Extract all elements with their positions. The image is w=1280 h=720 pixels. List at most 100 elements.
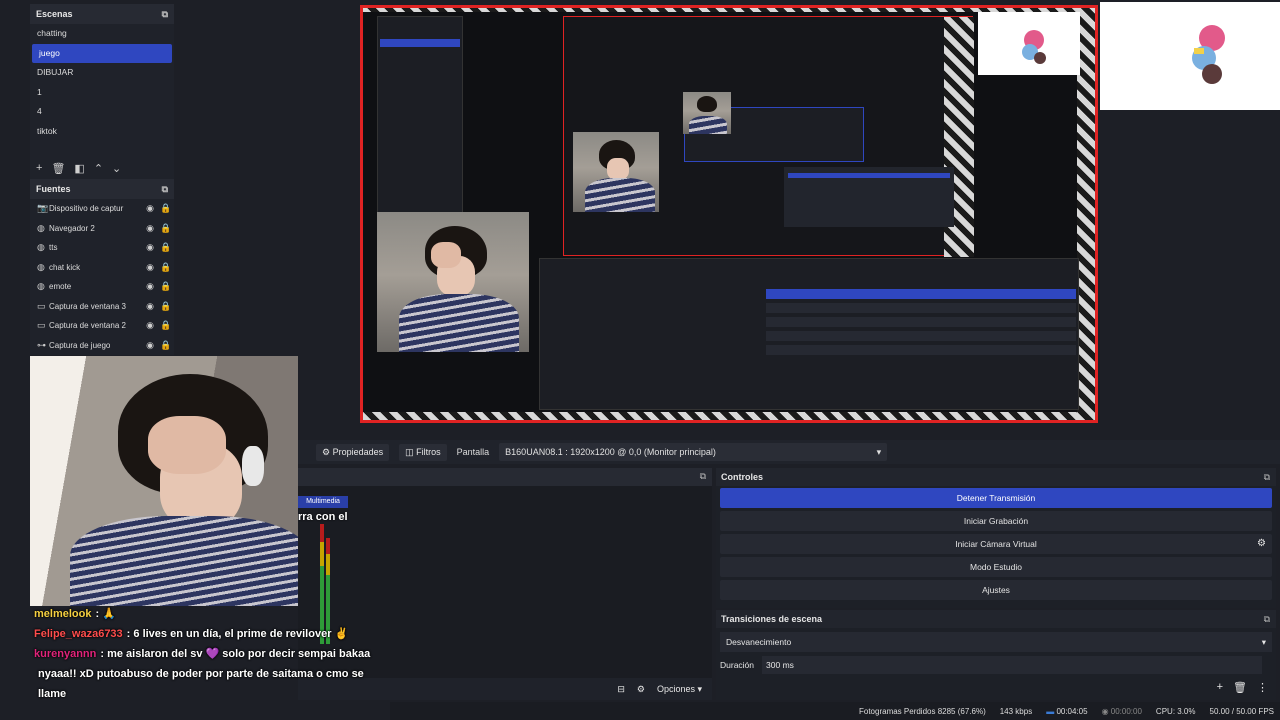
eye-icon[interactable]: ◉: [142, 242, 158, 253]
properties-button[interactable]: ⚙ Propiedades: [316, 443, 390, 461]
gear-icon[interactable]: ⚙: [1257, 534, 1266, 554]
eye-icon[interactable]: ◉: [142, 301, 158, 312]
nested-stop-button: [766, 289, 1076, 299]
chat-text: : me aislaron del sv 💜 solo por decir se…: [100, 648, 371, 660]
camera-icon: 📷: [37, 203, 49, 214]
settings-button[interactable]: Ajustes: [720, 580, 1272, 600]
scenes-toolbar: + 🗑 ◧ ⌃ ⌄: [36, 162, 121, 175]
lock-icon[interactable]: 🔒: [158, 262, 174, 273]
lock-icon[interactable]: 🔒: [158, 340, 174, 351]
chat-message: kurenyannn: me aislaron del sv 💜 solo po…: [34, 644, 394, 664]
chat-message: nyaaa!! xD putoabuso de poder por parte …: [34, 664, 394, 684]
webcam-overlay: [30, 356, 298, 606]
stream-time-value: 00:04:05: [1056, 706, 1088, 716]
source-item[interactable]: ◍ Navegador 2 ◉ 🔒: [30, 219, 174, 239]
emote-overlay: [978, 12, 1080, 75]
sources-header: Fuentes ⧉: [30, 179, 174, 199]
dock-popout-icon[interactable]: ⧉: [1264, 610, 1270, 628]
sources-dock: Fuentes ⧉ 📷 Dispositivo de captur ◉ 🔒 ◍ Naveg…: [30, 179, 174, 355]
screen-select-value: B160UAN08.1 : 1920x1200 @ 0,0 (Monitor p…: [505, 447, 716, 457]
options-label: Opciones: [656, 683, 695, 694]
start-virtual-camera-button[interactable]: Iniciar Cámara Virtual ⚙: [720, 534, 1272, 554]
nested-button: [766, 317, 1076, 327]
source-label: tts: [49, 243, 58, 253]
eye-icon[interactable]: ◉: [142, 281, 158, 292]
add-icon[interactable]: +: [1217, 681, 1223, 694]
lock-icon[interactable]: 🔒: [158, 320, 174, 331]
scene-item[interactable]: tiktok: [30, 122, 174, 142]
source-label: Navegador 2: [49, 223, 95, 233]
source-label: Captura de ventana 2: [49, 321, 126, 331]
source-item[interactable]: ◍ tts ◉ 🔒: [30, 238, 174, 258]
grid-icon[interactable]: ⊟: [617, 684, 625, 695]
record-time-value: 00:00:00: [1110, 706, 1142, 716]
hazard-stripe: [363, 412, 1095, 420]
lock-icon[interactable]: 🔒: [158, 223, 174, 234]
trash-icon[interactable]: 🗑: [1233, 681, 1247, 694]
scene-item[interactable]: chatting: [30, 24, 174, 44]
controls-header: Controles ⧉: [716, 468, 1276, 486]
source-label: Captura de ventana 3: [49, 301, 126, 311]
nested-webcam: [377, 212, 529, 352]
lock-icon[interactable]: 🔒: [158, 281, 174, 292]
dock-popout-icon[interactable]: ⧉: [1264, 468, 1270, 486]
gear-icon[interactable]: ⚙: [637, 684, 645, 695]
lock-icon[interactable]: 🔒: [158, 242, 174, 253]
transition-select[interactable]: Desvanecimiento ▾: [720, 632, 1272, 652]
source-item[interactable]: ▭ Captura de ventana 3 ◉ 🔒: [30, 297, 174, 317]
filters-button[interactable]: ◫ Filtros: [399, 443, 447, 461]
nested-button: [766, 303, 1076, 313]
source-item[interactable]: ◍ chat kick ◉ 🔒: [30, 258, 174, 278]
screen-label: Pantalla: [456, 447, 490, 457]
nested-button: [766, 331, 1076, 341]
headphones-icon: [242, 446, 264, 486]
dock-popout-icon[interactable]: ⧉: [162, 4, 168, 24]
globe-icon: ◍: [37, 222, 45, 233]
screen-select[interactable]: B160UAN08.1 : 1920x1200 @ 0,0 (Monitor p…: [499, 443, 888, 461]
trash-icon[interactable]: 🗑: [51, 162, 65, 175]
lock-icon[interactable]: 🔒: [158, 301, 174, 312]
add-icon[interactable]: +: [36, 162, 42, 175]
multimedia-badge[interactable]: Multimedia: [298, 496, 348, 508]
globe-icon: ◍: [37, 281, 45, 292]
dock-popout-icon[interactable]: ⧉: [700, 471, 706, 482]
transitions-header: Transiciones de escena ⧉: [716, 610, 1276, 628]
chevron-down-icon: ▾: [1261, 637, 1266, 647]
emote-overlay-large: [1100, 2, 1280, 110]
nested-button: [766, 345, 1076, 355]
scene-item[interactable]: 1: [30, 83, 174, 103]
dock-popout-icon[interactable]: ⧉: [162, 179, 168, 199]
studio-mode-button[interactable]: Modo Estudio: [720, 557, 1272, 577]
lock-icon[interactable]: 🔒: [158, 203, 174, 214]
chat-overlay: melmelook: 🙏 Felipe_waza6733: 6 lives en …: [34, 604, 394, 718]
more-icon[interactable]: ⋮: [1257, 681, 1268, 694]
source-label: Dispositivo de captur: [49, 204, 124, 214]
scenes-dock: Escenas ⧉ chatting juego DIBUJAR 1 4 tiktok +…: [30, 4, 174, 179]
nested-controls: [784, 167, 954, 227]
properties-label: Propiedades: [332, 446, 384, 457]
scene-item[interactable]: 4: [30, 102, 174, 122]
move-down-icon[interactable]: ⌄: [112, 162, 121, 175]
eye-icon[interactable]: ◉: [142, 223, 158, 234]
scene-item[interactable]: DIBUJAR: [30, 63, 174, 83]
duration-input[interactable]: 300 ms: [762, 656, 1263, 674]
source-item[interactable]: 📷 Dispositivo de captur ◉ 🔒: [30, 199, 174, 219]
stop-stream-button[interactable]: Detener Transmisión: [720, 488, 1272, 508]
bitrate: 143 kbps: [999, 706, 1033, 716]
eye-icon[interactable]: ◉: [142, 203, 158, 214]
chat-username: Felipe_waza6733: [34, 628, 123, 640]
filter-icon[interactable]: ◧: [74, 162, 84, 175]
move-up-icon[interactable]: ⌃: [94, 162, 103, 175]
hand: [148, 416, 226, 474]
options-button[interactable]: Opciones ▾: [657, 684, 702, 695]
stream-icon: ▬: [1046, 706, 1055, 716]
scene-item[interactable]: juego: [32, 43, 172, 63]
nested-webcam-tiny: [683, 92, 731, 134]
source-item[interactable]: ▭ Captura de ventana 2 ◉ 🔒: [30, 316, 174, 336]
eye-icon[interactable]: ◉: [142, 320, 158, 331]
eye-icon[interactable]: ◉: [142, 340, 158, 351]
source-item[interactable]: ◍ emote ◉ 🔒: [30, 277, 174, 297]
start-recording-button[interactable]: Iniciar Grabación: [720, 511, 1272, 531]
eye-icon[interactable]: ◉: [142, 262, 158, 273]
source-item[interactable]: ⊶ Captura de juego ◉ 🔒: [30, 336, 174, 356]
